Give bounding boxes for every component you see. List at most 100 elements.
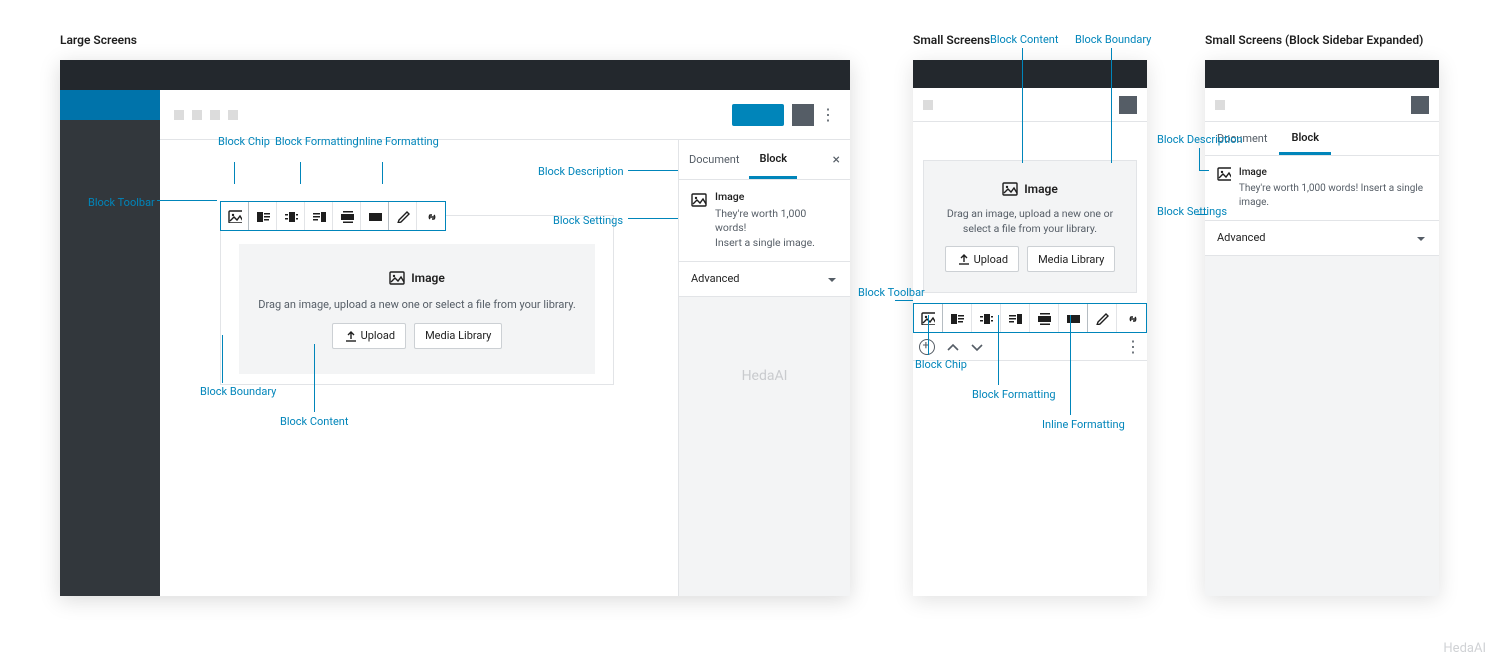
image-icon bbox=[228, 209, 242, 223]
upload-icon bbox=[343, 329, 357, 343]
media-library-button[interactable]: Media Library bbox=[414, 323, 502, 349]
editor-topbar bbox=[1205, 88, 1439, 122]
annot-block-chip: Block Chip bbox=[218, 135, 270, 149]
editor-canvas: Image Drag an image, upload a new one or… bbox=[160, 140, 678, 596]
topbar-dot bbox=[1215, 100, 1225, 110]
annot-block-chip-sm: Block Chip bbox=[915, 358, 967, 372]
annot-block-settings: Block Settings bbox=[553, 214, 623, 228]
chevron-up-icon[interactable] bbox=[945, 340, 959, 354]
block-hint: Drag an image, upload a new one or selec… bbox=[938, 207, 1122, 236]
caret-down-icon bbox=[1413, 231, 1427, 245]
edit-button[interactable] bbox=[1088, 304, 1117, 332]
align-wide-button[interactable] bbox=[333, 202, 361, 230]
align-right-icon bbox=[1008, 311, 1022, 325]
large-screen-mock: ⋮ Image Dr bbox=[60, 60, 850, 596]
block-title: Image bbox=[411, 271, 445, 285]
desc-body-1: They're worth 1,000 words! bbox=[715, 207, 806, 235]
link-button[interactable] bbox=[417, 202, 445, 230]
edit-button[interactable] bbox=[389, 202, 417, 230]
upload-button[interactable]: Upload bbox=[332, 323, 406, 349]
align-left-icon bbox=[256, 209, 270, 223]
advanced-panel[interactable]: Advanced bbox=[679, 262, 850, 297]
topbar-dot bbox=[228, 110, 238, 120]
align-wide-button[interactable] bbox=[1030, 304, 1059, 332]
align-right-button[interactable] bbox=[305, 202, 333, 230]
heading-small-expanded: Small Screens (Block Sidebar Expanded) bbox=[1205, 33, 1423, 47]
tab-block[interactable]: Block bbox=[1279, 122, 1331, 155]
upload-button[interactable]: Upload bbox=[945, 246, 1019, 272]
annot-block-content: Block Content bbox=[280, 415, 348, 429]
block-sidebar: Document Block × Image They're worth 1,0… bbox=[678, 140, 850, 596]
align-full-button[interactable] bbox=[361, 202, 389, 230]
sidebar-close-icon[interactable]: × bbox=[823, 152, 850, 168]
upload-icon bbox=[956, 252, 970, 266]
desc-body: They're worth 1,000 words! Insert a sing… bbox=[1239, 183, 1423, 208]
admin-bar bbox=[1205, 60, 1439, 88]
upload-label: Upload bbox=[361, 329, 395, 342]
block-chip[interactable] bbox=[221, 202, 249, 230]
align-center-icon bbox=[979, 311, 993, 325]
annot-block-formatting: Block Formatting bbox=[275, 135, 359, 149]
annot-block-toolbar-sm: Block Toolbar bbox=[858, 286, 925, 300]
media-library-label: Media Library bbox=[1038, 253, 1104, 266]
more-menu-icon[interactable]: ⋮ bbox=[820, 105, 836, 124]
pencil-icon bbox=[1095, 311, 1109, 325]
block-title: Image bbox=[1024, 182, 1058, 196]
block-content: Image Drag an image, upload a new one or… bbox=[923, 160, 1137, 293]
link-icon bbox=[424, 209, 438, 223]
align-center-icon bbox=[284, 209, 298, 223]
annot-block-boundary-sm-top: Block Boundary bbox=[1075, 33, 1151, 47]
editor-topbar: ⋮ bbox=[160, 90, 850, 140]
annot-block-boundary: Block Boundary bbox=[200, 385, 276, 399]
annot-inline-formatting: Inline Formatting bbox=[356, 135, 439, 149]
align-left-icon bbox=[950, 311, 964, 325]
align-right-icon bbox=[312, 209, 326, 223]
image-icon bbox=[691, 192, 707, 208]
tab-block[interactable]: Block bbox=[749, 140, 797, 179]
align-full-icon bbox=[368, 209, 382, 223]
more-menu-icon[interactable]: ⋮ bbox=[1125, 337, 1141, 356]
align-left-button[interactable] bbox=[249, 202, 277, 230]
desc-title: Image bbox=[1239, 166, 1427, 180]
image-icon bbox=[1217, 166, 1231, 182]
annot-block-description-p3: Block Description bbox=[1157, 133, 1243, 147]
settings-toggle[interactable] bbox=[1119, 96, 1137, 114]
block-boundary[interactable]: Image Drag an image, upload a new one or… bbox=[220, 215, 614, 385]
admin-sidebar-active[interactable] bbox=[60, 90, 160, 120]
upload-label: Upload bbox=[974, 253, 1008, 266]
media-library-button[interactable]: Media Library bbox=[1027, 246, 1115, 272]
annot-block-content-sm-top: Block Content bbox=[990, 33, 1058, 47]
settings-toggle[interactable] bbox=[1411, 96, 1429, 114]
caret-down-icon bbox=[824, 272, 838, 286]
desc-body-2: Insert a single image. bbox=[715, 236, 815, 249]
annot-block-toolbar: Block Toolbar bbox=[88, 196, 155, 210]
page-watermark: HedaAI bbox=[1443, 641, 1486, 656]
inserter-button[interactable] bbox=[919, 339, 935, 355]
admin-sidebar bbox=[60, 90, 160, 596]
topbar-dot bbox=[192, 110, 202, 120]
align-right-button[interactable] bbox=[1001, 304, 1030, 332]
align-left-button[interactable] bbox=[943, 304, 972, 332]
topbar-dot bbox=[174, 110, 184, 120]
annot-block-description: Block Description bbox=[538, 165, 624, 179]
annot-block-formatting-sm: Block Formatting bbox=[972, 388, 1056, 402]
align-center-button[interactable] bbox=[277, 202, 305, 230]
image-icon bbox=[389, 270, 405, 286]
tab-document[interactable]: Document bbox=[679, 140, 749, 179]
settings-toggle[interactable] bbox=[792, 104, 814, 126]
media-library-label: Media Library bbox=[425, 329, 491, 342]
link-icon bbox=[1125, 311, 1139, 325]
block-toolbar bbox=[220, 201, 446, 231]
advanced-label: Advanced bbox=[691, 272, 739, 285]
desc-title: Image bbox=[715, 190, 838, 205]
publish-button[interactable] bbox=[732, 104, 784, 126]
align-center-button[interactable] bbox=[972, 304, 1001, 332]
chevron-down-icon[interactable] bbox=[969, 340, 983, 354]
align-wide-icon bbox=[340, 209, 354, 223]
align-full-icon bbox=[1066, 311, 1080, 325]
align-full-button[interactable] bbox=[1059, 304, 1088, 332]
block-content: Image Drag an image, upload a new one or… bbox=[239, 244, 595, 374]
heading-large: Large Screens bbox=[60, 33, 137, 47]
advanced-panel[interactable]: Advanced bbox=[1205, 221, 1439, 256]
link-button[interactable] bbox=[1117, 304, 1146, 332]
